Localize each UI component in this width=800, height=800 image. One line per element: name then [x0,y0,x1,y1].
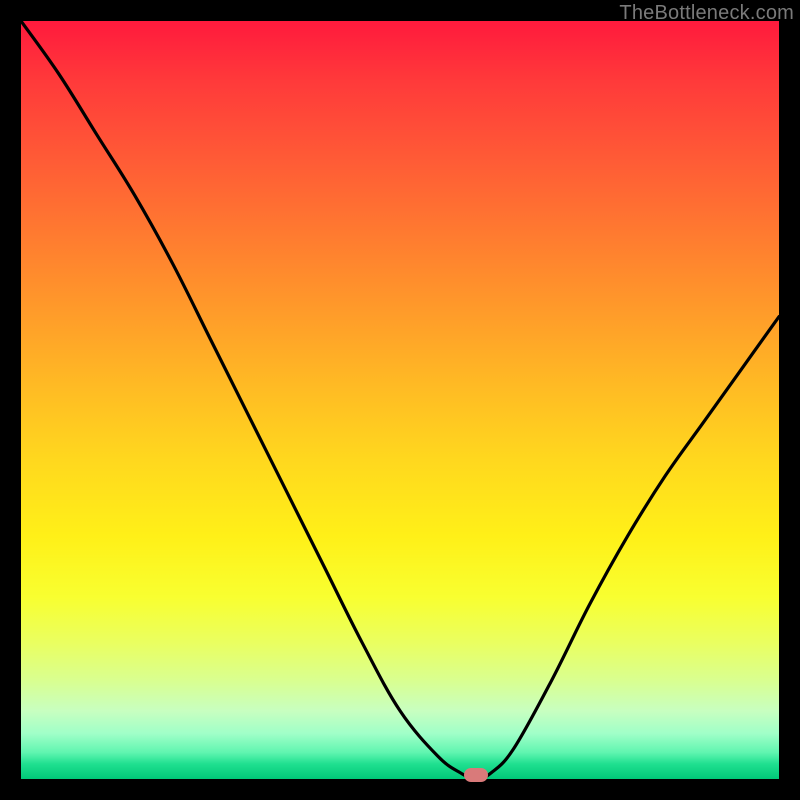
plot-area [21,21,779,779]
chart-frame: TheBottleneck.com [0,0,800,800]
minimum-marker [464,768,488,782]
bottleneck-curve [21,21,779,779]
watermark-text: TheBottleneck.com [619,2,794,25]
